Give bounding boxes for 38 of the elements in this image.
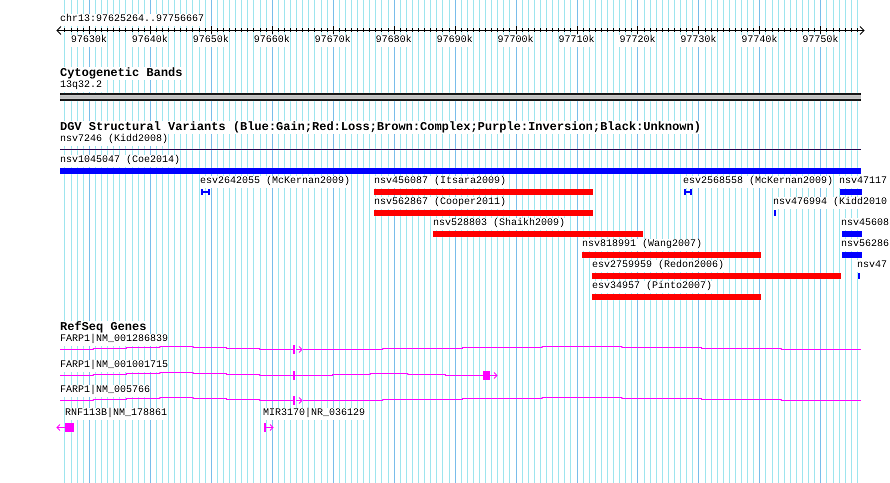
variant-label: nsv1045047 (Coe2014): [60, 155, 180, 167]
gene-label: FARP1|NM_005766: [60, 385, 150, 397]
tick-label: 97710k: [558, 35, 595, 47]
variant-label: nsv7246 (Kidd2008): [60, 134, 168, 146]
variant-label: nsv45608: [841, 218, 890, 230]
variant-label: esv2642055 (McKernan2009): [200, 176, 350, 188]
variant-label: nsv47: [857, 260, 888, 272]
location-label: chr13:97625264..97756667: [60, 14, 204, 26]
variant-label: nsv562867 (Cooper2011): [374, 197, 506, 209]
gene-label: MIR3170|NR_036129: [263, 408, 366, 420]
tick-label: 97720k: [619, 35, 656, 47]
variant-label: nsv456087 (Itsara2009): [374, 176, 506, 188]
variant-label: esv34957 (Pinto2007): [592, 281, 712, 293]
tick-label: 97650k: [192, 35, 229, 47]
track-title: DGV Structural Variants (Blue:Gain;Red:Loss;Brown:Complex;Purple:Inversion;Black:Unknown): [60, 121, 701, 134]
gene-label: FARP1|NM_001286839: [60, 334, 168, 346]
tick-label: 97740k: [741, 35, 778, 47]
tick-label: 97680k: [376, 35, 412, 47]
variant-label: nsv47117: [839, 176, 888, 188]
tick-label: 97700k: [498, 35, 534, 47]
gene-label: FARP1|NM_001001715: [60, 360, 168, 372]
tick-label: 97750k: [802, 35, 838, 47]
variant-label: nsv56286: [841, 239, 890, 251]
gene-label: RNF113B|NM_178861: [65, 408, 168, 420]
variant-label: esv2568558 (McKernan2009): [683, 176, 834, 188]
tick-label: 97670k: [314, 35, 351, 47]
track-title: RefSeq Genes: [60, 321, 146, 334]
tick-label: 97690k: [436, 35, 473, 47]
tick-label: 97730k: [680, 35, 716, 47]
variant-label: nsv818991 (Wang2007): [582, 239, 702, 251]
tick-label: 97660k: [254, 35, 290, 47]
variant-label: esv2759959 (Redon2006): [592, 260, 724, 272]
variant-label: nsv528803 (Shaikh2009): [433, 218, 566, 230]
tick-label: 97630k: [70, 35, 107, 47]
track-title: Cytogenetic Bands: [60, 67, 182, 80]
tick-label: 97640k: [132, 35, 168, 47]
variant-label: nsv476994 (Kidd2010: [773, 197, 888, 209]
band-label: 13q32.2: [60, 80, 102, 92]
